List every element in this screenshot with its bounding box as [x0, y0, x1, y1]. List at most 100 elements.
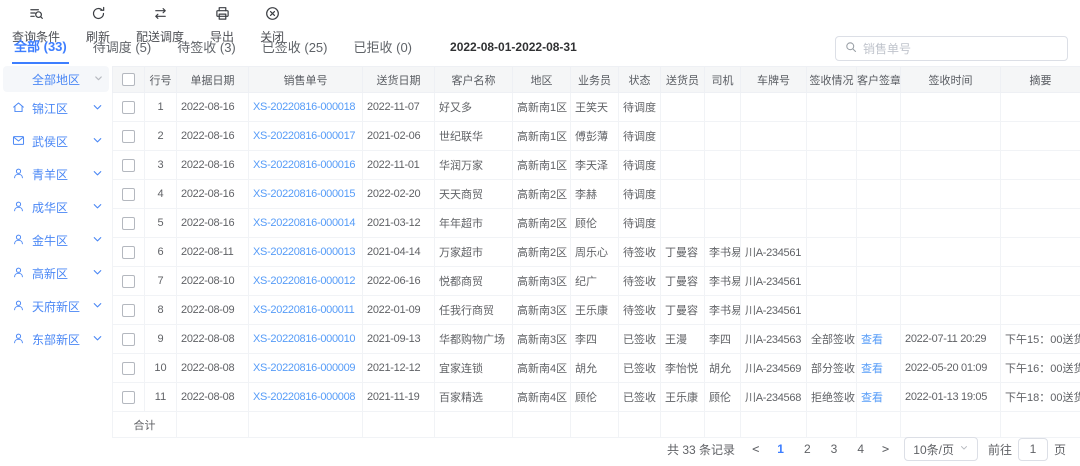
customer-cell: 宜家连锁 — [435, 354, 513, 383]
row-select-cell — [113, 238, 145, 267]
col-row-no: 行号 — [145, 67, 177, 93]
plate-cell — [741, 209, 807, 238]
page-number-3[interactable]: 3 — [824, 442, 845, 456]
tab-rejected[interactable]: 已拒收 (0) — [352, 32, 415, 63]
status-cell: 待调度 — [619, 93, 661, 122]
view-signature-link[interactable]: 查看 — [861, 392, 883, 404]
pagination: 共 33 条记录 < 1 2 3 4 > 10条/页 前往 页 — [667, 437, 1066, 461]
row-checkbox[interactable] — [122, 188, 135, 201]
summary-cell — [1001, 151, 1080, 180]
row-no-cell: 3 — [145, 151, 177, 180]
order-no-link[interactable]: XS-20220816-000008 — [249, 383, 363, 412]
total-empty-cell — [513, 412, 571, 438]
tab-all[interactable]: 全部 (33) — [12, 31, 69, 64]
sign-time-cell — [901, 296, 1001, 325]
order-no-link[interactable]: XS-20220816-000017 — [249, 122, 363, 151]
row-checkbox[interactable] — [122, 159, 135, 172]
row-checkbox[interactable] — [122, 333, 135, 346]
row-checkbox[interactable] — [122, 304, 135, 317]
sidebar-region-item[interactable]: 天府新区 — [0, 290, 112, 323]
summary-cell — [1001, 238, 1080, 267]
col-region: 地区 — [513, 67, 571, 93]
orders-table: 行号 单据日期 销售单号 送货日期 客户名称 地区 业务员 状态 送货员 司机 … — [112, 66, 1080, 438]
deliverer-cell — [661, 151, 705, 180]
order-no-link[interactable]: XS-20220816-000018 — [249, 93, 363, 122]
row-checkbox[interactable] — [122, 246, 135, 259]
page-number-4[interactable]: 4 — [850, 442, 871, 456]
page-number-1[interactable]: 1 — [770, 442, 791, 456]
signature-cell — [857, 93, 901, 122]
summary-cell — [1001, 180, 1080, 209]
total-empty-cell — [661, 412, 705, 438]
sign-status-cell — [807, 122, 857, 151]
row-no-cell: 9 — [145, 325, 177, 354]
order-no-link[interactable]: XS-20220816-000012 — [249, 267, 363, 296]
order-no-link[interactable]: XS-20220816-000015 — [249, 180, 363, 209]
row-select-cell — [113, 267, 145, 296]
row-no-cell: 1 — [145, 93, 177, 122]
row-checkbox[interactable] — [122, 217, 135, 230]
doc-date-cell: 2022-08-09 — [177, 296, 249, 325]
row-checkbox[interactable] — [122, 275, 135, 288]
region-select[interactable]: 全部地区 — [3, 66, 109, 92]
sidebar-region-item[interactable]: 高新区 — [0, 257, 112, 290]
region-label: 成华区 — [32, 199, 68, 216]
view-signature-link[interactable]: 查看 — [861, 363, 883, 375]
order-no-link[interactable]: XS-20220816-000013 — [249, 238, 363, 267]
row-checkbox[interactable] — [122, 391, 135, 404]
customer-cell: 好又多 — [435, 93, 513, 122]
row-checkbox[interactable] — [122, 362, 135, 375]
order-no-link[interactable]: XS-20220816-000014 — [249, 209, 363, 238]
goto-page-input[interactable] — [1018, 438, 1048, 461]
view-signature-link[interactable]: 查看 — [861, 334, 883, 346]
deliverer-cell: 王乐康 — [661, 383, 705, 412]
sidebar-region-item[interactable]: 青羊区 — [0, 158, 112, 191]
next-page-button[interactable]: > — [877, 442, 894, 456]
order-no-link[interactable]: XS-20220816-000010 — [249, 325, 363, 354]
user-icon — [12, 233, 25, 249]
deliverer-cell: 王漫 — [661, 325, 705, 354]
row-select-cell — [113, 296, 145, 325]
order-no-link[interactable]: XS-20220816-000009 — [249, 354, 363, 383]
deliverer-cell: 丁曼容 — [661, 296, 705, 325]
region-select-label: 全部地区 — [32, 71, 80, 88]
sidebar-region-item[interactable]: 东部新区 — [0, 323, 112, 356]
col-status: 状态 — [619, 67, 661, 93]
sidebar-region-item[interactable]: 锦江区 — [0, 92, 112, 125]
col-summary: 摘要 — [1001, 67, 1080, 93]
plate-cell — [741, 122, 807, 151]
sidebar-region-item[interactable]: 武侯区 — [0, 125, 112, 158]
sign-time-cell: 2022-01-13 19:05 — [901, 383, 1001, 412]
tab-received[interactable]: 已签收 (25) — [260, 32, 330, 63]
sign-time-cell: 2022-07-11 20:29 — [901, 325, 1001, 354]
doc-date-cell: 2022-08-16 — [177, 180, 249, 209]
sign-status-cell — [807, 209, 857, 238]
region-cell: 高新南3区 — [513, 267, 571, 296]
search-input[interactable] — [863, 42, 1058, 56]
delivery-date-cell: 2021-04-14 — [363, 238, 435, 267]
select-all-checkbox[interactable] — [122, 73, 135, 86]
table-row: 4 2022-08-16 XS-20220816-000015 2022-02-… — [113, 180, 1080, 209]
page-size-select[interactable]: 10条/页 — [904, 437, 978, 461]
table-row: 10 2022-08-08 XS-20220816-000009 2021-12… — [113, 354, 1080, 383]
prev-page-button[interactable]: < — [747, 442, 764, 456]
total-empty-cell — [807, 412, 857, 438]
order-no-link[interactable]: XS-20220816-000011 — [249, 296, 363, 325]
page-number-2[interactable]: 2 — [797, 442, 818, 456]
status-cell: 待签收 — [619, 238, 661, 267]
tab-pending-receipt[interactable]: 待签收 (3) — [175, 32, 238, 63]
row-no-cell: 10 — [145, 354, 177, 383]
salesperson-cell: 傅彭薄 — [571, 122, 619, 151]
total-empty-cell — [901, 412, 1001, 438]
order-no-link[interactable]: XS-20220816-000016 — [249, 151, 363, 180]
sign-status-cell — [807, 151, 857, 180]
salesperson-cell: 胡允 — [571, 354, 619, 383]
customer-cell: 华润万家 — [435, 151, 513, 180]
row-checkbox[interactable] — [122, 130, 135, 143]
sidebar-region-item[interactable]: 成华区 — [0, 191, 112, 224]
row-select-cell — [113, 325, 145, 354]
region-cell: 高新南1区 — [513, 122, 571, 151]
tab-pending-dispatch[interactable]: 待调度 (5) — [91, 32, 154, 63]
row-checkbox[interactable] — [122, 101, 135, 114]
sidebar-region-item[interactable]: 金牛区 — [0, 224, 112, 257]
